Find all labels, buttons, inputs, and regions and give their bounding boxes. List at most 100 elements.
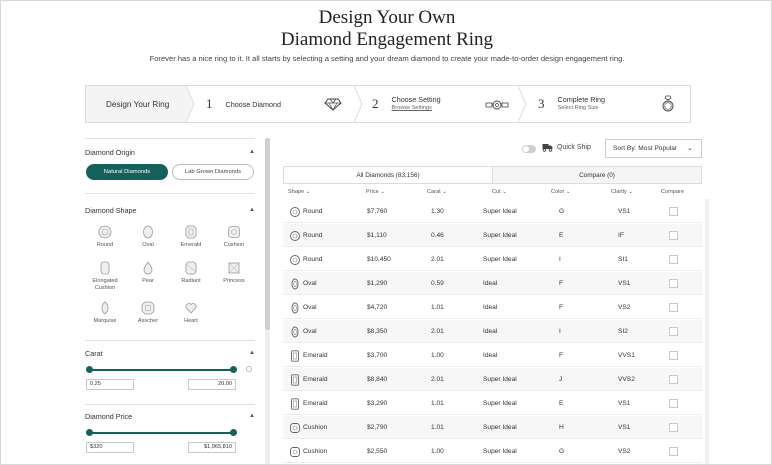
column-header-compare: Compare bbox=[661, 189, 685, 195]
lab-grown-diamonds-toggle[interactable]: Lab Grown Diamonds bbox=[172, 164, 254, 180]
shape-option-emerald[interactable]: Emerald bbox=[171, 225, 211, 249]
round-shape-icon bbox=[290, 231, 300, 241]
cell-price: $1,290 bbox=[367, 280, 388, 287]
tab-compare[interactable]: Compare (0) bbox=[493, 167, 701, 183]
filter-origin-header[interactable]: Diamond Origin ▲ bbox=[85, 146, 255, 158]
shape-option-princess[interactable]: Princess bbox=[214, 261, 254, 285]
table-row[interactable]: Cushion $2,550 1.00 Super Ideal G VS2 bbox=[283, 440, 702, 463]
select-ring-size-text: Select Ring Size bbox=[557, 105, 599, 111]
carat-min-handle[interactable] bbox=[86, 366, 93, 373]
shape-option-elongated-cushion[interactable]: Elongated Cushion bbox=[85, 261, 125, 292]
cell-clarity: VS1 bbox=[618, 280, 631, 287]
cell-carat: 1.01 bbox=[431, 304, 444, 311]
shape-option-cushion[interactable]: Cushion bbox=[214, 225, 254, 249]
compare-checkbox[interactable] bbox=[669, 423, 678, 432]
carat-max-handle[interactable] bbox=[230, 366, 237, 373]
price-min-input[interactable]: $320 bbox=[86, 442, 134, 453]
column-header-carat[interactable]: Carat ⌄ bbox=[427, 189, 447, 195]
cell-carat: 1.01 bbox=[431, 424, 444, 431]
quick-ship[interactable]: Quick Ship bbox=[542, 143, 591, 152]
browse-settings-link[interactable]: Browse Settings bbox=[392, 104, 441, 113]
pear-diamond-icon bbox=[143, 261, 153, 275]
carat-max-input[interactable]: 20.00 bbox=[188, 379, 236, 390]
table-row[interactable]: Round $10,450 2.01 Super Ideal I SI1 bbox=[283, 248, 702, 271]
shape-label: Elongated Cushion bbox=[92, 278, 118, 291]
table-row[interactable]: Cushion $2,790 1.01 Super Ideal H VS1 bbox=[283, 416, 702, 439]
natural-diamonds-toggle[interactable]: Natural Diamonds bbox=[86, 164, 168, 180]
filter-price-header[interactable]: Diamond Price ▲ bbox=[85, 410, 255, 422]
compare-checkbox[interactable] bbox=[669, 231, 678, 240]
cell-cut: Super Ideal bbox=[483, 208, 517, 215]
carat-slider-track[interactable] bbox=[89, 369, 233, 371]
shape-option-asscher[interactable]: Asscher bbox=[128, 301, 168, 325]
cell-color: F bbox=[559, 304, 564, 311]
filter-price: Diamond Price ▲ bbox=[85, 410, 255, 422]
carat-min-input[interactable]: 0.25 bbox=[86, 379, 134, 390]
table-row[interactable]: Emerald $3,700 1.00 Ideal F VVS1 bbox=[283, 344, 702, 367]
sort-dropdown[interactable]: Sort By: Most Popular ⌄ bbox=[605, 139, 702, 158]
tab-all-diamonds[interactable]: All Diamonds (83,156) bbox=[284, 167, 493, 183]
cell-color: J bbox=[559, 376, 563, 383]
compare-checkbox[interactable] bbox=[669, 375, 678, 384]
table-row[interactable]: Oval $4,720 1.01 Ideal F VS2 bbox=[283, 296, 702, 319]
table-row[interactable]: Oval $8,350 2.01 Ideal I SI2 bbox=[283, 320, 702, 343]
results-tabs: All Diamonds (83,156) Compare (0) bbox=[283, 166, 702, 184]
price-slider-track[interactable] bbox=[89, 432, 233, 434]
cell-shape: Emerald bbox=[303, 352, 328, 359]
cell-color: I bbox=[559, 256, 561, 263]
compare-checkbox[interactable] bbox=[669, 327, 678, 336]
cell-shape: Emerald bbox=[303, 376, 328, 383]
compare-checkbox[interactable] bbox=[669, 255, 678, 264]
sidebar-scrollbar-thumb[interactable] bbox=[265, 138, 270, 330]
chevron-up-icon[interactable]: ▲ bbox=[249, 413, 255, 419]
shape-option-heart[interactable]: Heart bbox=[171, 301, 211, 325]
shape-option-marquise[interactable]: Marquise bbox=[85, 301, 125, 325]
cell-cut: Super Ideal bbox=[483, 400, 517, 407]
step-divider bbox=[354, 86, 363, 122]
shape-option-oval[interactable]: Oval bbox=[128, 225, 168, 249]
radiant-diamond-icon bbox=[185, 261, 197, 275]
cell-carat: 0.59 bbox=[431, 280, 444, 287]
chevron-up-icon[interactable]: ▲ bbox=[249, 149, 255, 155]
step-choose-diamond[interactable]: 1 Choose Diamond bbox=[206, 86, 356, 122]
shape-label: Princess bbox=[223, 278, 245, 284]
quick-ship-toggle[interactable] bbox=[522, 145, 536, 153]
info-icon[interactable] bbox=[246, 366, 252, 372]
page-subtitle: Forever has a nice ring to it. It all st… bbox=[149, 54, 625, 63]
compare-checkbox[interactable] bbox=[669, 207, 678, 216]
column-header-shape[interactable]: Shape ⌄ bbox=[288, 189, 310, 195]
round-shape-icon bbox=[290, 207, 300, 217]
compare-checkbox[interactable] bbox=[669, 447, 678, 456]
chevron-up-icon[interactable]: ▲ bbox=[249, 207, 255, 213]
cell-clarity: IF bbox=[618, 232, 624, 239]
column-header-color[interactable]: Color ⌄ bbox=[551, 189, 571, 195]
chevron-up-icon[interactable]: ▲ bbox=[249, 350, 255, 356]
table-row[interactable]: Round $1,110 0.46 Super Ideal E IF bbox=[283, 224, 702, 247]
column-header-clarity[interactable]: Clarity ⌄ bbox=[611, 189, 633, 195]
table-row[interactable]: Oval $1,290 0.59 Ideal F VS1 bbox=[283, 272, 702, 295]
compare-checkbox[interactable] bbox=[669, 279, 678, 288]
shape-option-radiant[interactable]: Radiant bbox=[171, 261, 211, 285]
table-row[interactable]: Emerald $8,840 2.01 Super Ideal J VVS2 bbox=[283, 368, 702, 391]
truck-icon bbox=[542, 144, 553, 152]
compare-checkbox[interactable] bbox=[669, 351, 678, 360]
cell-cut: Ideal bbox=[483, 304, 498, 311]
step-complete-ring[interactable]: 3 Complete Ring Select Ring Size bbox=[538, 86, 688, 122]
cell-cut: Super Ideal bbox=[483, 256, 517, 263]
filter-carat-header[interactable]: Carat ▲ bbox=[85, 347, 255, 359]
price-max-input[interactable]: $1,965,810 bbox=[188, 442, 236, 453]
compare-checkbox[interactable] bbox=[669, 399, 678, 408]
price-min-handle[interactable] bbox=[86, 429, 93, 436]
price-max-handle[interactable] bbox=[230, 429, 237, 436]
compare-checkbox[interactable] bbox=[669, 303, 678, 312]
table-scrollbar[interactable] bbox=[705, 199, 709, 464]
table-row[interactable]: Round $7,760 1.30 Super Ideal G VS1 bbox=[283, 200, 702, 223]
shape-option-pear[interactable]: Pear bbox=[128, 261, 168, 285]
column-header-price[interactable]: Price ⌄ bbox=[366, 189, 385, 195]
table-row[interactable]: Emerald $3,290 1.01 Super Ideal E VS1 bbox=[283, 392, 702, 415]
filter-shape-header[interactable]: Diamond Shape ▲ bbox=[85, 204, 255, 216]
step-choose-setting[interactable]: 2 Choose Setting Browse Settings bbox=[372, 86, 522, 122]
shape-option-round[interactable]: Round bbox=[85, 225, 125, 249]
cell-carat: 1.00 bbox=[431, 352, 444, 359]
column-header-cut[interactable]: Cut ⌄ bbox=[492, 189, 507, 195]
